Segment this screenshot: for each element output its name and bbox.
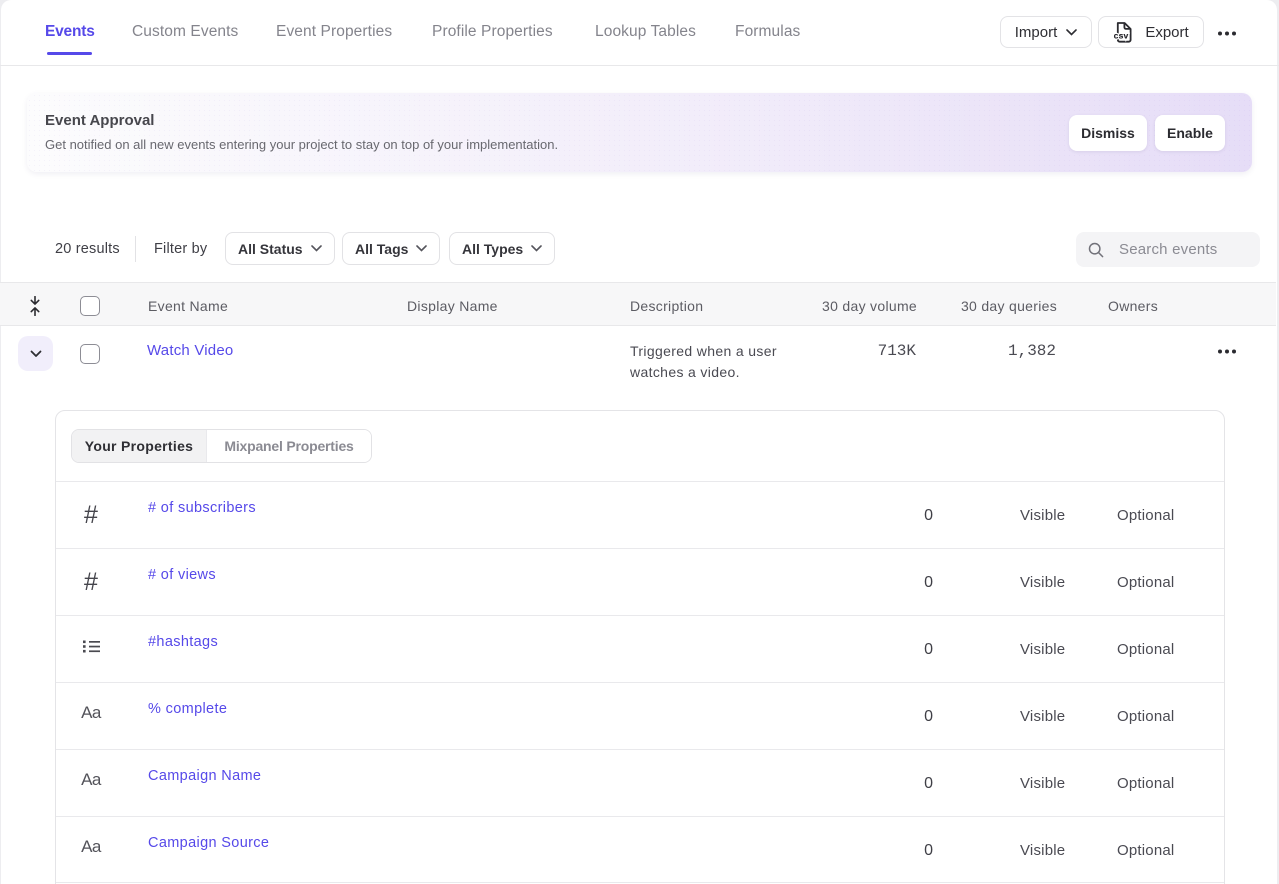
svg-text:csv: csv: [1114, 30, 1129, 40]
